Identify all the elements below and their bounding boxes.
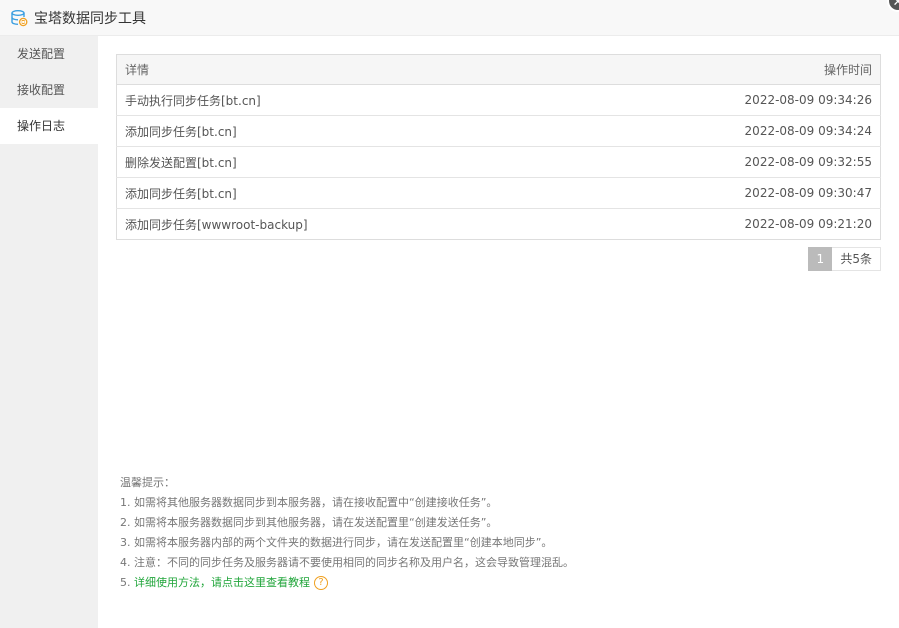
log-detail: 添加同步任务[bt.cn]: [116, 115, 560, 147]
log-table: 详情 操作时间 手动执行同步任务[bt.cn] 2022-08-09 09:34…: [116, 54, 881, 240]
log-detail: 添加同步任务[wwwroot-backup]: [125, 217, 308, 232]
log-time: 2022-08-09 09:34:24: [559, 115, 881, 147]
column-header-detail: 详情: [116, 54, 560, 85]
page-button-current[interactable]: 1: [808, 247, 833, 271]
log-time: 2022-08-09 09:30:47: [559, 177, 881, 209]
window-title: 宝塔数据同步工具: [34, 10, 146, 27]
tip-line: 2. 如需将本服务器数据同步到其他服务器，请在发送配置里“创建发送任务”。: [120, 516, 498, 529]
tip-line: 4. 注意：不同的同步任务及服务器请不要使用相同的同步名称及用户名，这会导致管理…: [120, 556, 574, 569]
tips-section: 温馨提示： 1. 如需将其他服务器数据同步到本服务器，请在接收配置中“创建接收任…: [120, 473, 880, 593]
log-time: 2022-08-09 09:32:55: [559, 146, 881, 178]
tip-link-prefix: 5.: [120, 576, 134, 589]
table-row: 删除发送配置[bt.cn] 2022-08-09 09:32:55: [116, 146, 881, 178]
table-row: 添加同步任务[wwwroot-backup] 2022-08-09 09:21:…: [117, 209, 881, 240]
log-time: 2022-08-09 09:34:26: [559, 84, 881, 116]
window-titlebar: 宝塔数据同步工具 ✕: [0, 0, 899, 36]
table-row: 添加同步任务[bt.cn] 2022-08-09 09:30:47: [116, 177, 881, 209]
close-button[interactable]: ✕: [887, 0, 899, 12]
help-question-icon[interactable]: ?: [314, 576, 328, 590]
pagination: 1 共5条: [808, 247, 881, 271]
tip-line: 1. 如需将其他服务器数据同步到本服务器，请在接收配置中“创建接收任务”。: [120, 496, 498, 509]
tips-heading: 温馨提示：: [120, 476, 175, 489]
table-header-row: 详情 操作时间: [116, 54, 881, 85]
column-header-time: 操作时间: [559, 54, 881, 85]
log-detail: 添加同步任务[bt.cn]: [116, 177, 560, 209]
tutorial-link[interactable]: 详细使用方法，请点击这里查看教程: [134, 576, 310, 589]
log-detail: 手动执行同步任务[bt.cn]: [116, 84, 560, 116]
table-row: 添加同步任务[bt.cn] 2022-08-09 09:34:24: [116, 115, 881, 147]
sidebar-item-receive-config[interactable]: 接收配置: [0, 72, 98, 108]
sidebar-item-send-config[interactable]: 发送配置: [0, 36, 98, 72]
table-row: 手动执行同步任务[bt.cn] 2022-08-09 09:34:26: [116, 84, 881, 116]
sidebar: 发送配置 接收配置 操作日志: [0, 36, 98, 628]
sidebar-item-operation-log[interactable]: 操作日志: [0, 108, 98, 144]
log-time: 2022-08-09 09:21:20: [744, 217, 872, 231]
pagination-total: 共5条: [832, 247, 881, 271]
log-detail: 删除发送配置[bt.cn]: [116, 146, 560, 178]
main-panel: 详情 操作时间 手动执行同步任务[bt.cn] 2022-08-09 09:34…: [98, 36, 899, 628]
tip-line-tutorial: 5. 详细使用方法，请点击这里查看教程?: [120, 573, 880, 593]
tip-line: 3. 如需将本服务器内部的两个文件夹的数据进行同步，请在发送配置里“创建本地同步…: [120, 536, 553, 549]
database-sync-icon: [10, 9, 28, 27]
